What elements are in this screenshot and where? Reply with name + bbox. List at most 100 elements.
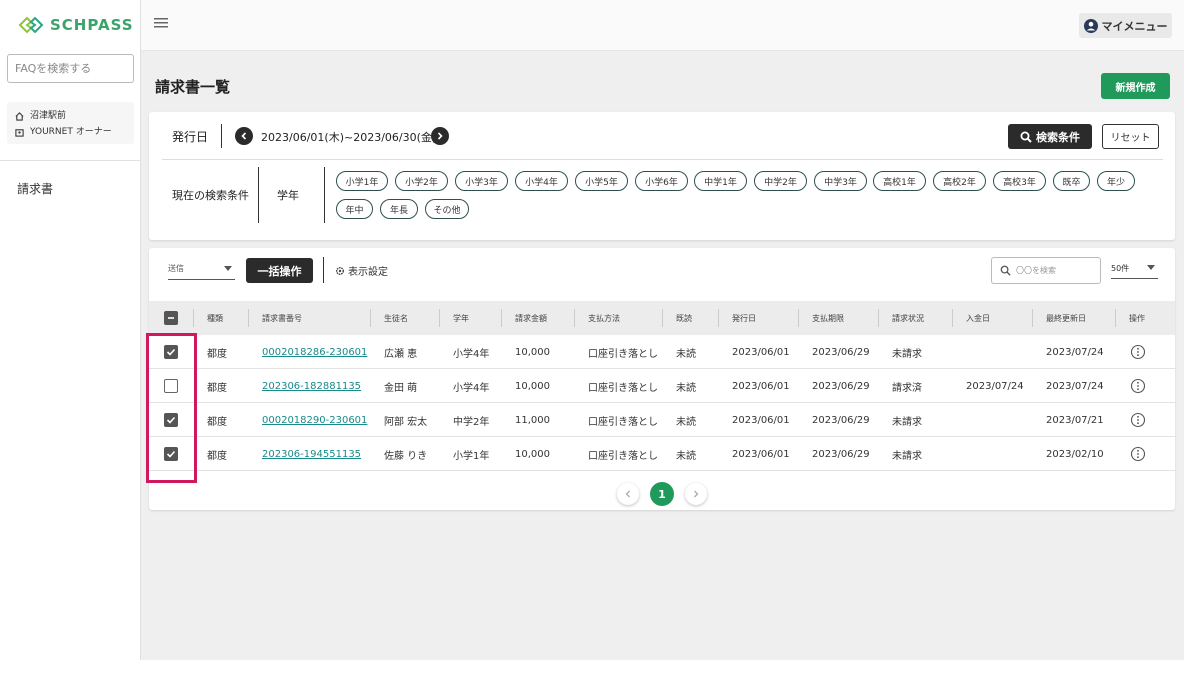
table-row[interactable]: 都度 0002018286-230601 広瀬 恵 小学4年 10,000 口座… [149,335,1175,369]
column-separator [574,309,575,327]
column-header[interactable]: 請求書番号 [262,301,302,335]
checkbox-highlight-annotation [146,333,197,483]
column-header[interactable]: 既読 [676,301,692,335]
grade-chip[interactable]: 小学2年 [395,171,448,191]
cell-method: 口座引き落とし [588,382,658,394]
column-header[interactable]: 請求状況 [892,301,924,335]
hamburger-icon[interactable] [154,17,168,32]
grade-chip[interactable]: 小学1年 [336,171,388,191]
cell-method: 口座引き落とし [588,348,658,360]
caret-down-icon [224,266,232,271]
grade-chip[interactable]: その他 [425,199,469,219]
column-header[interactable]: 生徒名 [384,301,408,335]
per-page-select[interactable]: 50件 [1111,261,1158,279]
more-options-icon[interactable] [1130,344,1146,360]
cell-amount: 10,000 [515,380,550,392]
cell-student: 金田 萌 [384,382,418,394]
more-options-icon[interactable] [1130,412,1146,428]
scrollbar-track[interactable] [1184,0,1200,660]
date-range: 2023/06/01(木)~2023/06/30(金) [261,131,437,144]
cell-updated: 2023/07/24 [1046,380,1104,392]
search-icon [1000,265,1011,276]
table-header: 種類 請求書番号 生徒名 学年 請求金額 支払方法 既読 発行日 支払期限 請求… [149,301,1175,335]
cell-status: 未請求 [892,348,922,360]
grade-chip[interactable]: 小学6年 [635,171,688,191]
invoice-number-link[interactable]: 202306-182881135 [262,369,361,403]
cell-amount: 10,000 [515,448,550,460]
search-conditions-button[interactable]: 検索条件 [1008,124,1092,149]
next-month-button[interactable] [431,127,449,145]
grade-chip[interactable]: 小学3年 [455,171,508,191]
cell-paid: 2023/07/24 [966,380,1024,392]
cell-due: 2023/06/29 [812,448,870,460]
page-1-button[interactable]: 1 [650,482,674,506]
cell-grade: 小学4年 [453,382,490,394]
grade-chip[interactable]: 高校1年 [873,171,926,191]
sidebar: SCHPASS 沼津駅前 YOURNET オーナー 請求書 [0,0,141,660]
table-search-input[interactable]: 〇〇を検索 [991,257,1101,284]
logo[interactable]: SCHPASS [18,16,134,34]
sidebar-divider [0,160,141,161]
my-menu-label: マイメニュー [1101,19,1168,33]
grade-chip[interactable]: 年中 [336,199,373,219]
grade-chip[interactable]: 中学2年 [754,171,807,191]
column-header[interactable]: 発行日 [732,301,756,335]
my-menu-button[interactable]: マイメニュー [1079,13,1172,38]
grade-chip[interactable]: 中学3年 [814,171,867,191]
grade-chip[interactable]: 年少 [1097,171,1135,191]
cell-issued: 2023/06/01 [732,448,790,460]
table-row[interactable]: 都度 202306-194551135 佐藤 りき 小学1年 10,000 口座… [149,437,1175,471]
invoice-number-link[interactable]: 0002018286-230601 [262,335,367,369]
column-header[interactable]: 種類 [207,301,223,335]
cell-method: 口座引き落とし [588,416,658,428]
column-separator [1115,309,1116,327]
home-icon [15,111,24,121]
prev-month-button[interactable] [235,127,253,145]
bulk-action-button[interactable]: 一括操作 [246,258,313,283]
column-header[interactable]: 最終更新日 [1046,301,1086,335]
column-header[interactable]: 支払方法 [588,301,620,335]
more-options-icon[interactable] [1130,378,1146,394]
owner-name: YOURNET オーナー [30,127,112,137]
grade-chip[interactable]: 小学5年 [575,171,628,191]
cell-grade: 中学2年 [453,416,490,428]
caret-down-icon [1147,265,1155,270]
send-select[interactable]: 送信 [168,260,235,280]
display-settings-button[interactable]: 表示設定 [335,263,388,278]
invoice-number-link[interactable]: 0002018290-230601 [262,403,367,437]
grade-chip[interactable]: 中学1年 [694,171,747,191]
reset-button[interactable]: リセット [1102,124,1159,149]
column-header[interactable]: 請求金額 [515,301,547,335]
invoice-number-link[interactable]: 202306-194551135 [262,437,361,471]
more-options-icon[interactable] [1130,446,1146,462]
top-bar: マイメニュー [141,0,1184,51]
cell-student: 広瀬 恵 [384,348,418,360]
next-page-button[interactable] [685,483,707,505]
faq-search-input[interactable] [7,54,134,83]
column-header[interactable]: 入金日 [966,301,990,335]
chevron-left-icon [625,490,630,498]
cell-due: 2023/06/29 [812,380,870,392]
grade-chip[interactable]: 既卒 [1053,171,1090,191]
grade-chip[interactable]: 小学4年 [515,171,568,191]
prev-page-button[interactable] [617,483,639,505]
column-separator [439,309,440,327]
grade-chip[interactable]: 高校3年 [993,171,1046,191]
cell-method: 口座引き落とし [588,450,658,462]
grade-chip[interactable]: 高校2年 [933,171,986,191]
column-separator [248,309,249,327]
sidebar-item-invoice[interactable]: 請求書 [17,180,53,197]
cell-student: 佐藤 りき [384,450,428,462]
user-icon [1083,18,1098,33]
select-all-checkbox[interactable] [164,311,178,325]
column-separator [193,309,194,327]
new-invoice-button[interactable]: 新規作成 [1101,73,1170,99]
table-row[interactable]: 都度 202306-182881135 金田 萌 小学4年 10,000 口座引… [149,369,1175,403]
cell-updated: 2023/02/10 [1046,448,1104,460]
table-row[interactable]: 都度 0002018290-230601 阿部 宏太 中学2年 11,000 口… [149,403,1175,437]
column-header[interactable]: 支払期限 [812,301,844,335]
grade-chip[interactable]: 年長 [380,199,418,219]
cell-read: 未読 [676,416,696,428]
column-header[interactable]: 学年 [453,301,469,335]
divider [258,167,259,223]
